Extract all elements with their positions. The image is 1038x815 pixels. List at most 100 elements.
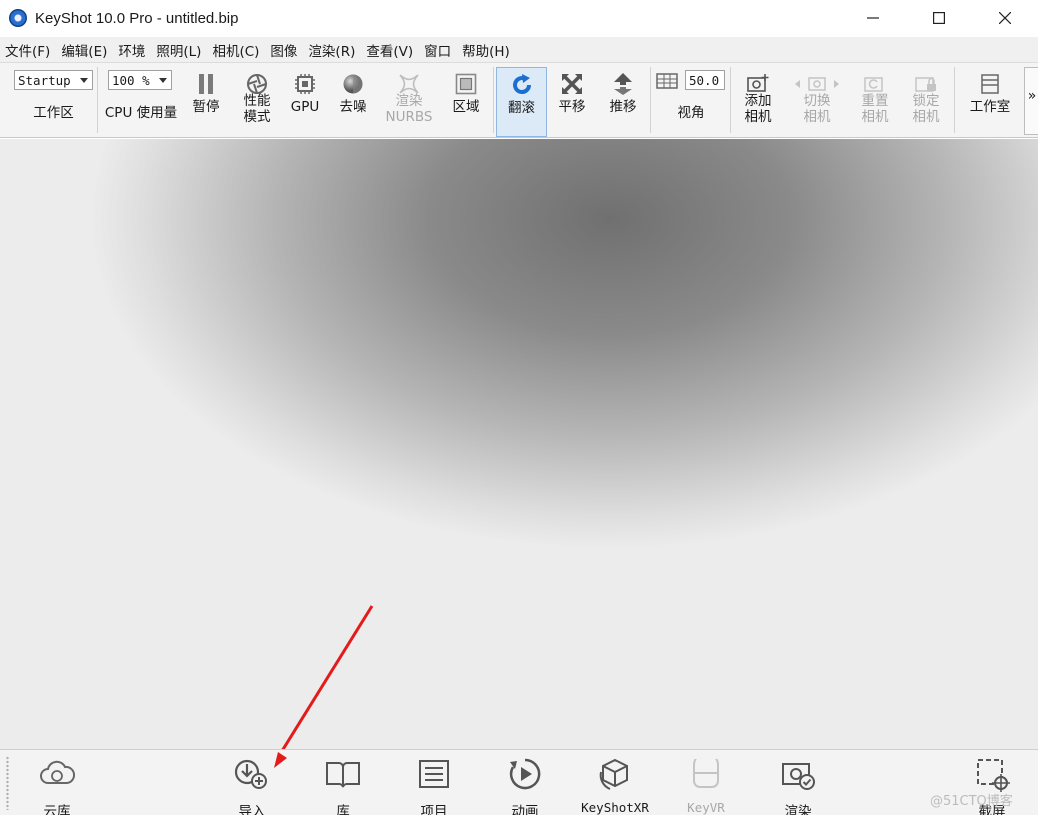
add-camera-icon [747,74,769,92]
switch-camera-icon [795,77,839,91]
pan-label: 平移 [558,99,586,115]
switch-camera-button[interactable]: 切换 相机 [790,63,844,139]
keyshot-window: KeyShot 10.0 Pro - untitled.bip 文件(F) 编辑… [0,0,1038,815]
toolbar-separator [493,67,494,133]
project-button[interactable]: 项目 [394,754,474,815]
keyshotxr-cube-icon [599,758,628,790]
dolly-arrow-icon [614,73,632,95]
animation-button[interactable]: 动画 [485,754,565,815]
bottom-ribbon: 云库 导入 库 项目 动画 KeyShotXR KeyVR 渲染 截屏 [0,749,1038,815]
reset-camera-button[interactable]: 重置 相机 [852,63,898,139]
cloud-library-button[interactable]: 云库 [17,754,97,815]
move-arrows-icon [562,74,582,94]
gpu-button[interactable]: GPU [284,63,326,139]
render-nurbs-label: 渲染 NURBS [385,93,433,125]
toolbar-separator [954,67,955,133]
rotate-icon [512,74,531,95]
workspace-label: 工作区 [33,105,74,121]
keyvr-label: KeyVR [687,800,725,815]
menu-bar: 文件(F) 编辑(E) 环境 照明(L) 相机(C) 图像 渲染(R) 查看(V… [0,37,1038,62]
pause-button[interactable]: 暂停 [184,63,228,139]
render-label: 渲染 [784,804,812,815]
render-viewport[interactable] [0,139,1038,749]
menu-view[interactable]: 查看(V) [366,40,413,60]
render-camera-icon [782,763,815,790]
region-icon [455,73,477,95]
lock-camera-button[interactable]: 锁定 相机 [903,63,949,139]
toolbar-separator [730,67,731,133]
tumble-button[interactable]: 翻滚 [496,67,547,137]
studio-label: 工作室 [969,99,1011,115]
cpu-usage-label: CPU 使用量 [104,105,178,121]
render-nurbs-button[interactable]: 渲染 NURBS [382,63,436,139]
switch-camera-label: 切换 相机 [803,93,831,125]
import-label: 导入 [238,804,266,815]
drag-grip[interactable] [6,756,9,810]
menu-file[interactable]: 文件(F) [5,40,50,60]
window-controls [840,0,1038,36]
render-button[interactable]: 渲染 [758,754,838,815]
denoise-label: 去噪 [339,99,367,115]
cpu-usage-tool: CPU 使用量 [99,63,183,139]
menu-environment[interactable]: 环境 [118,40,145,60]
studio-icon [981,74,999,94]
tumble-label: 翻滚 [508,100,535,116]
fov-label: 视角 [677,105,705,121]
cloud-library-label: 云库 [43,804,71,815]
reset-camera-icon [864,77,883,92]
play-icon [509,758,541,790]
library-label: 库 [336,804,350,815]
project-list-icon [419,760,449,788]
menu-camera[interactable]: 相机(C) [212,40,259,60]
performance-mode-label: 性能 模式 [243,93,271,125]
annotation-arrow-icon [281,605,374,749]
menu-render[interactable]: 渲染(R) [308,40,355,60]
keyshotxr-button[interactable]: KeyShotXR [575,754,655,815]
minimize-icon [867,17,879,19]
main-toolbar: Startup 工作区 100 % CPU 使用量 暂停 性能 模式 GPU 去… [0,62,1038,138]
menu-lighting[interactable]: 照明(L) [156,40,201,60]
fov-tool: 视角 [660,63,722,139]
maximize-button[interactable] [906,0,972,36]
lock-camera-label: 锁定 相机 [912,93,940,125]
menu-help[interactable]: 帮助(H) [462,40,510,60]
keyvr-button[interactable]: KeyVR [666,754,746,815]
minimize-button[interactable] [840,0,906,36]
project-label: 项目 [420,804,448,815]
maximize-icon [933,12,945,24]
workspace-tool: 工作区 [14,63,93,139]
add-camera-label: 添加 相机 [744,93,772,125]
gpu-label: GPU [290,99,320,115]
animation-label: 动画 [511,804,539,815]
screenshot-crosshair-icon [977,759,1010,792]
pause-icon [199,74,213,94]
menu-edit[interactable]: 编辑(E) [61,40,107,60]
vr-headset-icon [693,759,719,788]
import-button[interactable]: 导入 [212,754,292,815]
close-button[interactable] [972,0,1038,36]
region-label: 区域 [452,99,480,115]
window-title: KeyShot 10.0 Pro - untitled.bip [35,9,239,27]
denoise-button[interactable]: 去噪 [330,63,376,139]
cloud-library-icon [40,760,75,784]
lock-camera-icon [915,77,936,92]
toolbar-separator [97,67,98,133]
title-bar: KeyShot 10.0 Pro - untitled.bip [0,0,1038,36]
studio-button[interactable]: 工作室 [962,63,1018,139]
dolly-button[interactable]: 推移 [600,63,646,139]
book-icon [326,762,360,788]
menu-image[interactable]: 图像 [270,40,297,60]
performance-mode-button[interactable]: 性能 模式 [232,63,282,139]
denoise-sphere-icon [343,74,363,94]
reset-camera-label: 重置 相机 [861,93,889,125]
watermark: @51CTO博客 [930,794,1013,809]
add-camera-button[interactable]: 添加 相机 [735,63,781,139]
region-button[interactable]: 区域 [442,63,490,139]
keyshot-logo-icon [9,9,27,27]
keyshotxr-label: KeyShotXR [581,800,649,815]
library-button[interactable]: 库 [303,754,383,815]
menu-window[interactable]: 窗口 [424,40,451,60]
toolbar-overflow-button[interactable]: » [1024,67,1038,135]
pan-button[interactable]: 平移 [550,63,594,139]
toolbar-separator [650,67,651,133]
